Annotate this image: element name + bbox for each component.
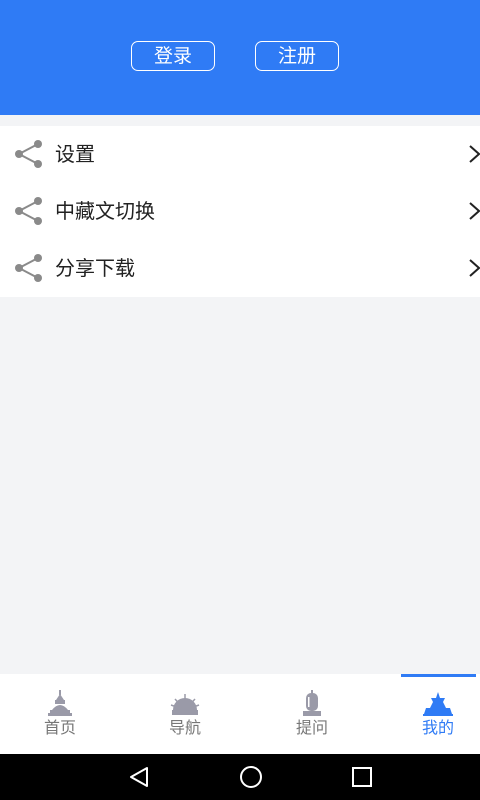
menu-item-settings[interactable]: 设置	[0, 126, 480, 183]
tab-label: 首页	[43, 718, 76, 737]
header-bar: 登录 注册	[0, 0, 480, 115]
share-icon	[15, 254, 42, 282]
tab-ask[interactable]: 提问	[252, 674, 372, 754]
menu-item-label: 设置	[55, 142, 95, 166]
chevron-right-icon	[469, 145, 480, 163]
menu-item-share-download[interactable]: 分享下载	[0, 240, 480, 297]
login-button[interactable]: 登录	[131, 41, 215, 71]
menu-item-label: 中藏文切换	[55, 199, 155, 223]
share-icon	[15, 197, 42, 225]
stupa-icon	[48, 690, 72, 716]
home-icon[interactable]	[238, 765, 264, 789]
tab-mine[interactable]: 我的	[378, 674, 480, 754]
tab-label: 导航	[168, 718, 201, 737]
back-icon[interactable]	[127, 765, 153, 789]
share-icon	[15, 140, 42, 168]
tab-home[interactable]: 首页	[0, 674, 120, 754]
tab-label: 我的	[421, 718, 454, 737]
register-button[interactable]: 注册	[255, 41, 339, 71]
active-tab-indicator	[401, 674, 476, 677]
tab-label: 提问	[295, 718, 328, 737]
system-navigation-bar	[0, 754, 480, 800]
bottom-tab-bar: 首页 导航 提问 我的	[0, 674, 480, 754]
palace-icon	[423, 692, 453, 716]
dharma-wheel-icon	[170, 694, 200, 715]
menu-item-language-switch[interactable]: 中藏文切换	[0, 183, 480, 240]
recents-icon[interactable]	[349, 765, 375, 789]
chevron-right-icon	[469, 202, 480, 220]
chevron-right-icon	[469, 259, 480, 277]
menu-item-label: 分享下载	[55, 256, 135, 280]
prayer-wheel-icon	[303, 690, 321, 716]
tab-navigation[interactable]: 导航	[125, 674, 245, 754]
menu-list: 设置 中藏文切换 分享下载	[0, 126, 480, 297]
